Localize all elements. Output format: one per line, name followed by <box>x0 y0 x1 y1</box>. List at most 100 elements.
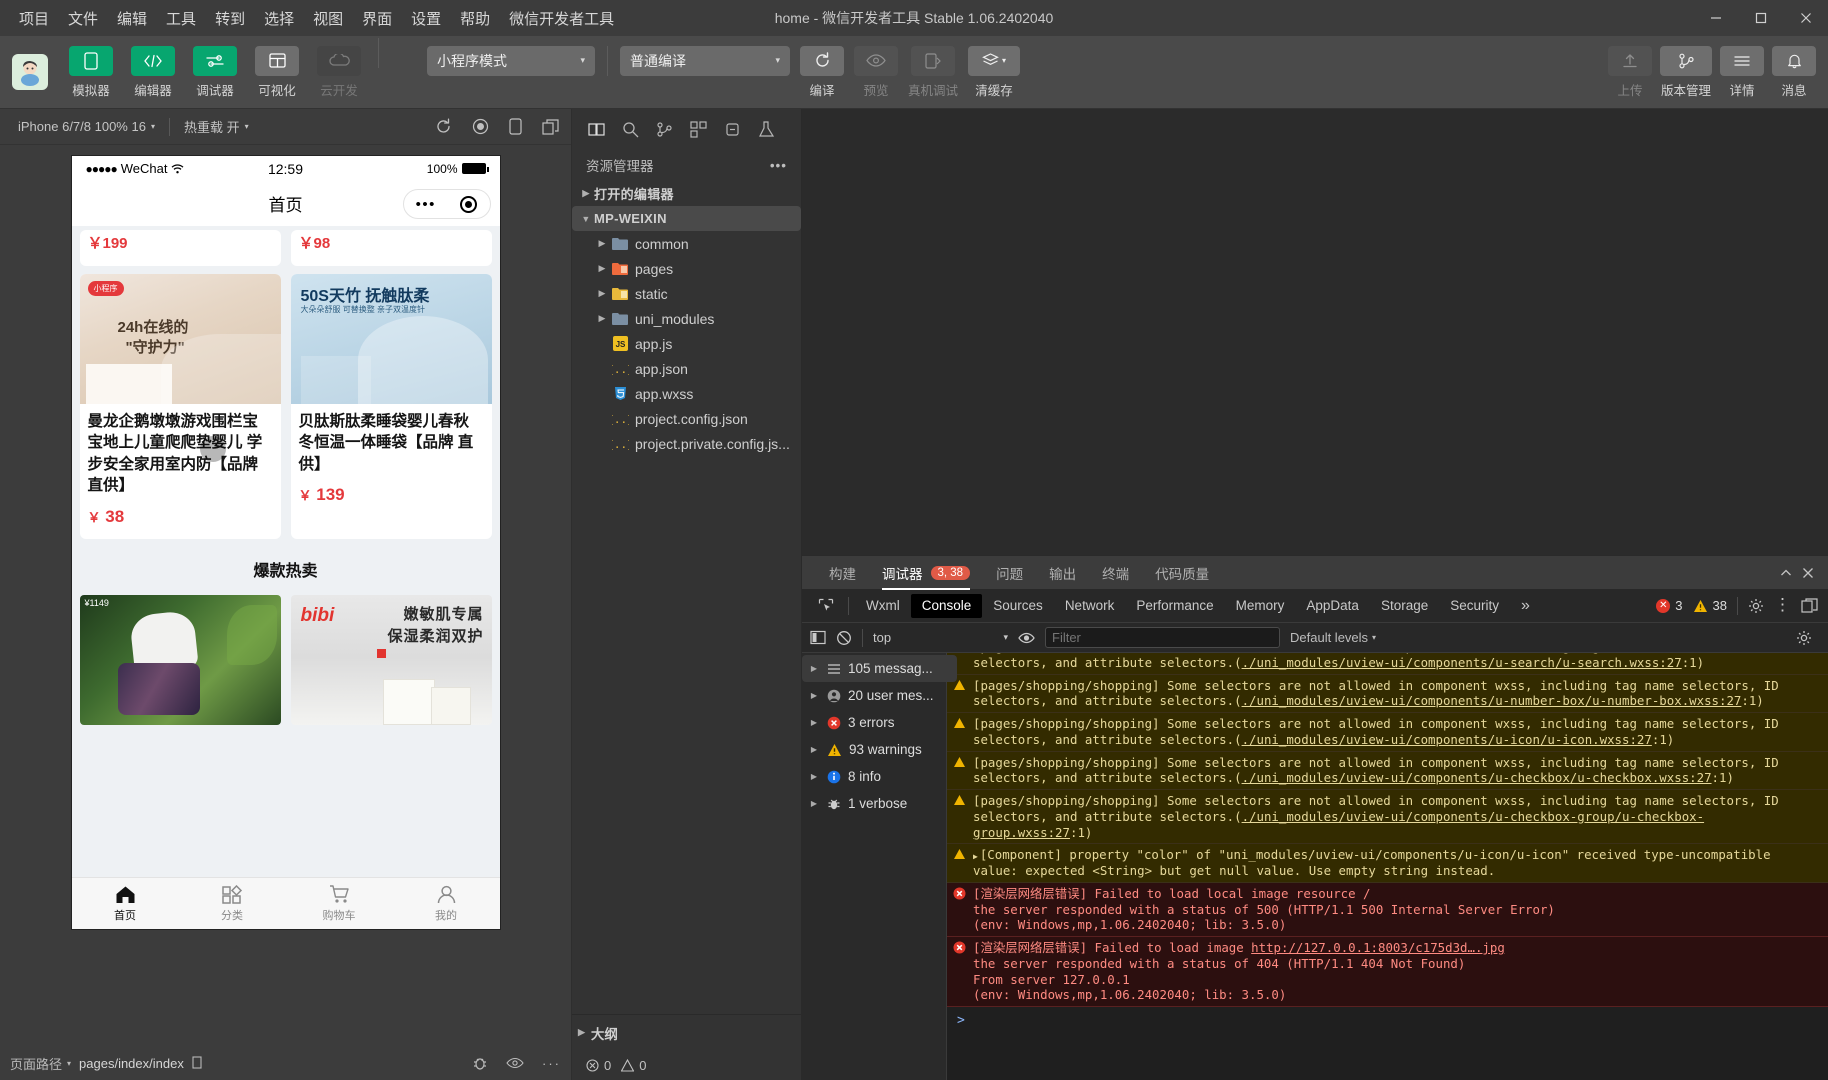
more-vertical-icon[interactable]: ⋮ <box>1774 597 1791 613</box>
dock-panel-icon[interactable] <box>1801 598 1818 613</box>
menu-item-ui[interactable]: 界面 <box>353 4 401 33</box>
avatar[interactable] <box>12 54 48 90</box>
tree-item-common[interactable]: ▶ common <box>572 231 801 256</box>
tree-item-app-wxss[interactable]: app.wxss <box>572 381 801 406</box>
console-message[interactable]: [pages/index/search] Some selectors are … <box>947 653 1828 675</box>
rotate-device-icon[interactable] <box>509 118 522 135</box>
banner-bibi[interactable]: bibi 嫩敏肌专属 保湿柔润双护 <box>290 594 492 725</box>
minimize-icon[interactable] <box>1693 0 1738 36</box>
close-icon[interactable] <box>1800 565 1816 581</box>
panel-tab-build[interactable]: 构建 <box>816 556 869 590</box>
menu-item-edit[interactable]: 编辑 <box>108 4 156 33</box>
panel-tab-output[interactable]: 输出 <box>1036 556 1089 590</box>
menu-item-goto[interactable]: 转到 <box>206 4 254 33</box>
tabbar-item-home[interactable]: 首页 <box>72 885 179 923</box>
menu-item-file[interactable]: 文件 <box>59 4 107 33</box>
panel-tab-problems[interactable]: 问题 <box>983 556 1036 590</box>
hotreload-select[interactable]: 热重载 开 ▾ <box>178 114 255 139</box>
status-warning-count[interactable]: 0 <box>621 1058 646 1073</box>
console-message[interactable]: [渲染层网络层错误] Failed to load local image re… <box>947 882 1828 937</box>
toolbar-button-debugger[interactable]: 调试器 <box>188 45 242 99</box>
expand-arrow-icon[interactable]: ▶ <box>973 852 978 861</box>
wechat-capsule[interactable]: ••• <box>402 189 491 219</box>
menu-item-help[interactable]: 帮助 <box>451 4 499 33</box>
devtools-tab-storage[interactable]: Storage <box>1370 594 1439 618</box>
toolbar-button-details[interactable]: 详情 <box>1720 45 1764 99</box>
toolbar-button-realdevice-debug[interactable]: 真机调试 <box>908 45 958 99</box>
devtools-tab-memory[interactable]: Memory <box>1225 594 1296 618</box>
phone-content[interactable]: ￥199 ￥98 小程序 24h在线的 "守护力" 曼龙企鹅墩墩游戏围栏宝宝地上… <box>71 226 500 877</box>
collapse-icon[interactable] <box>1778 565 1794 581</box>
tree-item-uni-modules[interactable]: ▶ uni_modules <box>572 306 801 331</box>
menu-item-project[interactable]: 项目 <box>10 4 58 33</box>
console-settings-gear-icon[interactable] <box>1796 630 1820 646</box>
devtools-tab-console[interactable]: Console <box>910 593 983 618</box>
toolbar-button-preview[interactable]: 预览 <box>854 45 898 99</box>
sidebar-item-errors[interactable]: ▶ 3 errors <box>802 709 946 736</box>
sidebar-item-verbose[interactable]: ▶ 1 verbose <box>802 790 946 817</box>
console-message[interactable]: [pages/shopping/shopping] Some selectors… <box>947 674 1828 713</box>
copy-icon[interactable] <box>192 1056 205 1070</box>
extensions-icon[interactable] <box>684 115 712 143</box>
test-icon[interactable] <box>752 115 780 143</box>
more-icon[interactable]: ••• <box>770 158 787 173</box>
product-card[interactable]: 小程序 24h在线的 "守护力" 曼龙企鹅墩墩游戏围栏宝宝地上儿童爬爬垫婴儿 学… <box>79 274 281 539</box>
console-levels-select[interactable]: Default levels ▾ <box>1290 630 1376 645</box>
console-message[interactable]: [渲染层网络层错误] Failed to load image http://1… <box>947 937 1828 1007</box>
warning-count-badge[interactable]: 38 <box>1693 598 1727 613</box>
devtools-tab-network[interactable]: Network <box>1054 594 1126 618</box>
panel-tab-code-quality[interactable]: 代码质量 <box>1142 556 1222 590</box>
toolbar-button-clearcache[interactable]: ▾ 清缓存 <box>968 45 1021 99</box>
eye-icon[interactable] <box>506 1057 524 1069</box>
toggle-sidebar-icon[interactable] <box>810 630 826 645</box>
compile-select[interactable]: 普通编译 ▾ <box>620 45 790 76</box>
devtools-tab-appdata[interactable]: AppData <box>1295 594 1370 618</box>
refresh-icon[interactable] <box>435 118 452 135</box>
error-count-badge[interactable]: ✕ 3 <box>1656 598 1683 613</box>
console-context-select[interactable]: top ▾ <box>873 630 1008 645</box>
devtools-tab-security[interactable]: Security <box>1439 594 1510 618</box>
toolbar-button-version-control[interactable]: 版本管理 <box>1660 45 1712 99</box>
outline-section[interactable]: ▶ 大纲 <box>572 1014 801 1050</box>
product-card[interactable]: 50S天竹 抚触肽柔 大朵朵舒服 可替换整 亲子双温度针 贝肽斯肽柔睡袋婴儿春秋… <box>290 274 492 539</box>
debug-icon[interactable] <box>718 115 746 143</box>
page-path-select[interactable]: 页面路径 ▾ <box>10 1054 71 1073</box>
editor-area[interactable] <box>802 109 1828 555</box>
devtools-tab-wxml[interactable]: Wxml <box>855 594 911 618</box>
sidebar-item-all-messages[interactable]: ▶ 105 messag... <box>802 655 957 682</box>
close-icon[interactable] <box>1783 0 1828 36</box>
mode-select[interactable]: 小程序模式 ▾ <box>427 45 595 76</box>
toolbar-button-upload[interactable]: 上传 <box>1608 45 1652 99</box>
toolbar-button-compile[interactable]: 编译 <box>800 45 844 99</box>
clear-console-icon[interactable] <box>836 630 852 646</box>
more-icon[interactable]: ··· <box>542 1056 561 1071</box>
tree-item-project-private-config[interactable]: {..} project.private.config.js... <box>572 431 801 456</box>
console-prompt[interactable]: > <box>947 1007 1828 1036</box>
device-select[interactable]: iPhone 6/7/8 100% 16 ▾ <box>12 116 161 137</box>
menu-item-view[interactable]: 视图 <box>304 4 352 33</box>
console-message[interactable]: ▶ [Component] property "color" of "uni_mo… <box>947 844 1828 883</box>
banner-fashion[interactable]: ¥1149 <box>79 594 281 725</box>
devtools-tab-sources[interactable]: Sources <box>982 594 1054 618</box>
menu-item-tools[interactable]: 工具 <box>157 4 205 33</box>
toolbar-button-simulator[interactable]: 模拟器 <box>64 45 118 99</box>
record-icon[interactable] <box>472 118 489 135</box>
more-icon[interactable]: ••• <box>416 197 436 212</box>
settings-gear-icon[interactable] <box>1748 598 1764 614</box>
detach-window-icon[interactable] <box>542 118 559 135</box>
tree-item-static[interactable]: ▶ static <box>572 281 801 306</box>
tree-item-app-json[interactable]: {..} app.json <box>572 356 801 381</box>
sidebar-item-info[interactable]: ▶ 8 info <box>802 763 946 790</box>
maximize-icon[interactable] <box>1738 0 1783 36</box>
tree-item-project-config[interactable]: {..} project.config.json <box>572 406 801 431</box>
tree-item-app-js[interactable]: JS app.js <box>572 331 801 356</box>
live-expression-icon[interactable] <box>1018 631 1035 645</box>
toolbar-button-visualizer[interactable]: 可视化 <box>250 45 304 99</box>
sidebar-item-user-messages[interactable]: ▶ 20 user mes... <box>802 682 946 709</box>
status-error-count[interactable]: 0 <box>586 1058 611 1073</box>
tabbar-item-profile[interactable]: 我的 <box>393 885 500 923</box>
console-filter-input[interactable] <box>1045 627 1280 648</box>
tree-section-open-editors[interactable]: ▶ 打开的编辑器 <box>572 181 801 206</box>
devtools-tab-performance[interactable]: Performance <box>1125 594 1224 618</box>
devtools-tab-overflow[interactable]: » <box>1510 594 1541 618</box>
